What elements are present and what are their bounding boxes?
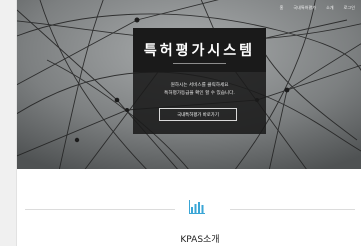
section-divider-right — [230, 209, 355, 210]
section-title: KPAS소개 — [180, 235, 220, 245]
hero-title: 특허평가시스템 — [143, 43, 256, 59]
hero-banner: 홈 국내특허평가 소개 로그인 특허평가시스템 원하시는 서비스를 클릭하세요 … — [17, 0, 361, 169]
hero-subtitle-line1: 원하시는 서비스를 클릭하세요 — [170, 83, 229, 88]
top-navigation: 홈 국내특허평가 소개 로그인 — [280, 3, 355, 13]
nav-item-login[interactable]: 로그인 — [344, 5, 355, 11]
section-divider-left — [25, 209, 175, 210]
hero-text-panel: 원하시는 서비스를 클릭하세요 특허평가등급을 확인 할 수 있습니다. 국내특… — [133, 72, 266, 134]
cta-label: 국내특허평가 바로가기 — [177, 112, 219, 118]
left-edge-strip — [0, 0, 17, 246]
bar-chart-icon — [189, 200, 205, 214]
nav-item-home[interactable]: 홈 — [280, 5, 284, 11]
hero-title-box: 특허평가시스템 — [133, 28, 266, 72]
title-underline — [173, 63, 226, 64]
nav-item-domestic-patent-evaluation[interactable]: 국내특허평가 — [293, 5, 316, 11]
domestic-patent-evaluation-button[interactable]: 국내특허평가 바로가기 — [159, 108, 237, 121]
nav-item-about[interactable]: 소개 — [326, 5, 334, 11]
hero-subtitle-line2: 특허평가등급을 확인 할 수 있습니다. — [164, 91, 235, 96]
